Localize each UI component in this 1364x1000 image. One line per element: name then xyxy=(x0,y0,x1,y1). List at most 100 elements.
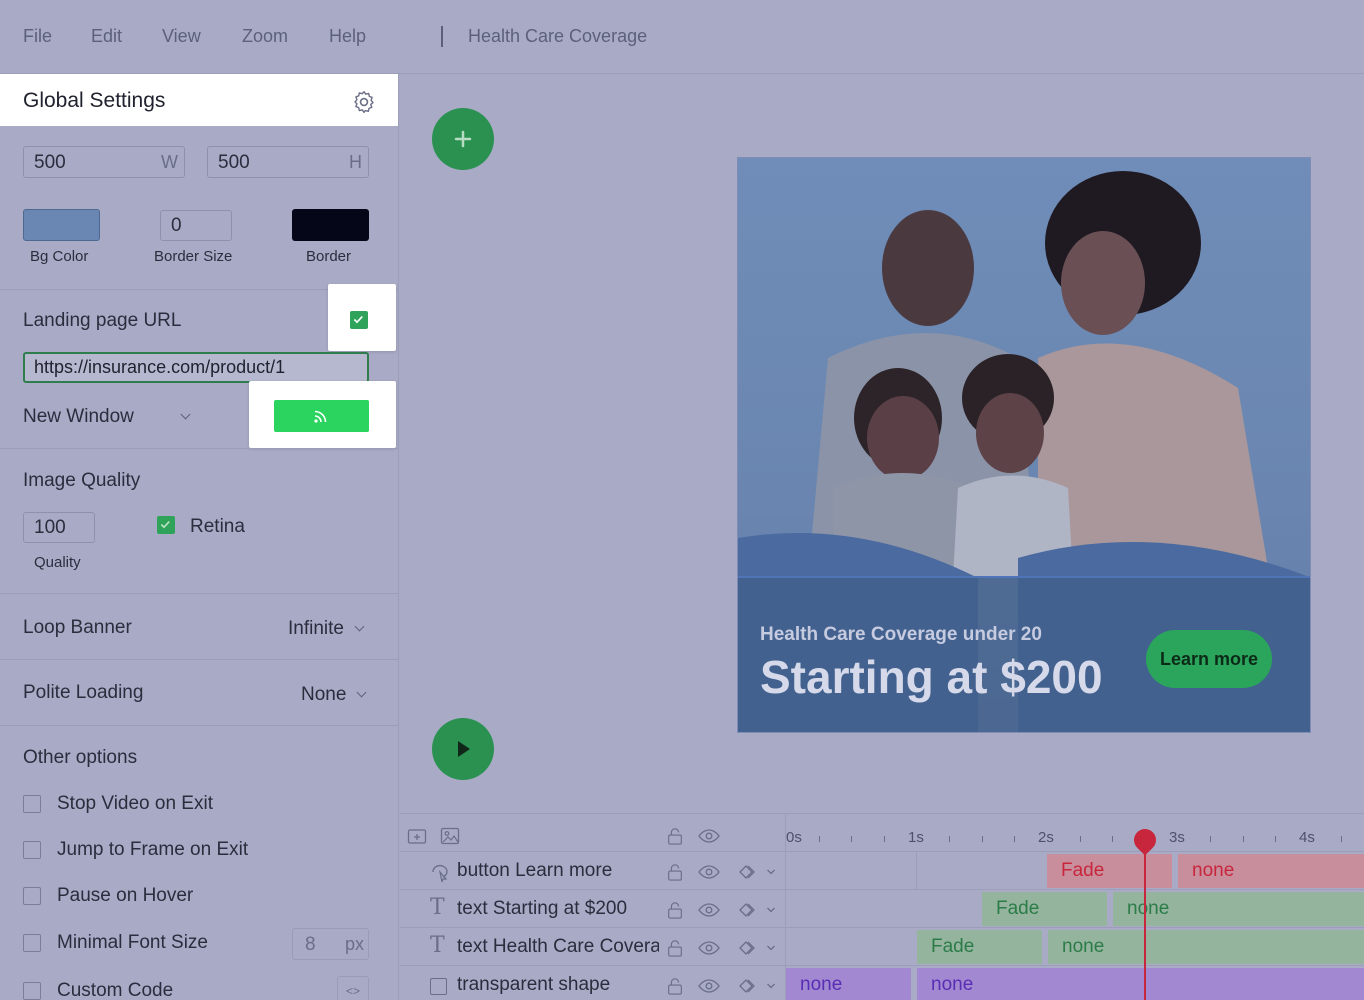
layer-name: transparent shape xyxy=(457,974,611,995)
polite-loading-select[interactable]: None xyxy=(301,684,367,706)
segment-fade[interactable]: Fade xyxy=(917,930,1042,964)
add-folder-icon[interactable] xyxy=(407,826,427,846)
loop-banner-title: Loop Banner xyxy=(23,617,132,638)
segment-none[interactable]: none xyxy=(786,968,911,1000)
retina-checkbox[interactable] xyxy=(157,516,175,534)
window-mode-select[interactable]: New Window xyxy=(23,406,191,428)
pause-on-hover-checkbox[interactable] xyxy=(23,887,41,905)
banner-subtitle[interactable]: Health Care Coverage under 20 xyxy=(760,624,1042,646)
play-button[interactable] xyxy=(432,718,494,780)
border-size-field[interactable]: 0 xyxy=(160,210,232,241)
lock-icon[interactable] xyxy=(666,938,684,958)
banner-stage[interactable]: Health Care Coverage under 20 Starting a… xyxy=(737,157,1311,733)
jump-to-frame-checkbox[interactable] xyxy=(23,841,41,859)
quality-value: 100 xyxy=(34,517,66,538)
column-separator xyxy=(916,852,917,890)
menu-view[interactable]: View xyxy=(162,26,201,47)
keyframe-icon[interactable] xyxy=(738,940,762,956)
keyframe-icon[interactable] xyxy=(738,902,762,918)
code-icon: <> xyxy=(345,984,360,998)
quality-field[interactable]: 100 xyxy=(23,512,95,543)
height-field[interactable]: 500 H xyxy=(207,146,369,178)
eye-icon[interactable] xyxy=(698,902,720,918)
segment-none[interactable]: none xyxy=(1048,930,1364,964)
width-field[interactable]: 500 W xyxy=(23,146,185,178)
divider xyxy=(0,448,398,449)
bg-color-swatch[interactable] xyxy=(23,209,100,241)
menu-help[interactable]: Help xyxy=(329,26,366,47)
chevron-down-icon xyxy=(356,687,367,698)
ruler-tick xyxy=(981,836,983,842)
layer-row-text-health-care[interactable]: T text Health Care Coverage under 20 Fad… xyxy=(400,928,1364,966)
lock-icon[interactable] xyxy=(666,900,684,920)
banner-headline[interactable]: Starting at $200 xyxy=(760,650,1103,704)
jump-to-frame-label: Jump to Frame on Exit xyxy=(57,839,249,860)
menu-zoom[interactable]: Zoom xyxy=(242,26,288,47)
keyframe-icon[interactable] xyxy=(738,864,762,880)
ruler-tick xyxy=(818,836,820,842)
eye-icon[interactable] xyxy=(698,940,720,956)
keyframe-icon[interactable] xyxy=(738,978,762,994)
layer-row-transparent-shape[interactable]: transparent shape none none xyxy=(400,966,1364,1000)
preview-link-button[interactable] xyxy=(274,400,369,432)
minimal-font-checkbox[interactable] xyxy=(23,934,41,952)
add-image-icon[interactable] xyxy=(440,826,460,846)
eye-all-icon[interactable] xyxy=(698,828,720,844)
row-icon-group xyxy=(666,900,782,920)
tick-2s: 2s xyxy=(1038,829,1054,846)
cursor-icon xyxy=(432,864,448,882)
loop-banner-select[interactable]: Infinite xyxy=(288,618,365,640)
landing-toggle-card xyxy=(328,284,396,351)
minimal-font-field[interactable]: 8 px xyxy=(292,928,369,960)
ruler-tick xyxy=(1112,836,1114,842)
segment-none[interactable]: none xyxy=(1113,892,1364,926)
add-element-button[interactable] xyxy=(432,108,494,170)
divider xyxy=(0,659,398,660)
segment-none[interactable]: none xyxy=(1178,854,1364,888)
eye-icon[interactable] xyxy=(698,864,720,880)
lock-icon[interactable] xyxy=(666,862,684,882)
menu-file[interactable]: File xyxy=(23,26,52,47)
segment-label: none xyxy=(1062,936,1105,957)
text-icon: T xyxy=(430,895,445,920)
stop-video-checkbox[interactable] xyxy=(23,795,41,813)
chevron-down-icon[interactable] xyxy=(766,867,776,877)
loop-banner-value: Infinite xyxy=(288,618,344,639)
landing-page-checkbox[interactable] xyxy=(350,311,368,329)
banner-overlay[interactable]: Health Care Coverage under 20 Starting a… xyxy=(738,576,1310,732)
menu-edit[interactable]: Edit xyxy=(91,26,122,47)
border-color-swatch[interactable] xyxy=(292,209,369,241)
gear-icon[interactable] xyxy=(351,89,377,115)
ruler-tick xyxy=(851,836,853,842)
ruler-tick xyxy=(1079,836,1081,842)
lock-all-icon[interactable] xyxy=(666,826,684,846)
image-quality-title: Image Quality xyxy=(23,470,141,491)
segment-none[interactable]: none xyxy=(917,968,1364,1000)
chevron-down-icon[interactable] xyxy=(766,981,776,991)
divider xyxy=(0,593,398,594)
check-icon xyxy=(353,316,363,324)
landing-url-input[interactable]: https://insurance.com/product/1 xyxy=(23,352,369,383)
layer-row-text-starting[interactable]: T text Starting at $200 Fade none xyxy=(400,890,1364,928)
custom-code-checkbox[interactable] xyxy=(23,982,41,1000)
global-settings-panel: Global Settings 500 W 500 H Bg Color 0 B… xyxy=(0,74,399,1000)
document-title: Health Care Coverage xyxy=(468,26,648,46)
divider xyxy=(0,725,398,726)
segment-fade[interactable]: Fade xyxy=(982,892,1107,926)
quality-label: Quality xyxy=(34,554,81,571)
segment-label: none xyxy=(931,974,974,995)
segment-label: Fade xyxy=(931,936,975,957)
lock-icon[interactable] xyxy=(666,976,684,996)
layer-row-button-learn-more[interactable]: button Learn more Fade none xyxy=(400,852,1364,890)
tick-0s: 0s xyxy=(786,829,802,846)
minimal-font-value: 8 xyxy=(305,934,316,955)
width-suffix: W xyxy=(161,152,178,172)
eye-icon[interactable] xyxy=(698,978,720,994)
chevron-down-icon[interactable] xyxy=(766,943,776,953)
custom-code-button[interactable]: <> xyxy=(337,976,369,1000)
border-size-label: Border Size xyxy=(154,248,233,265)
segment-fade[interactable]: Fade xyxy=(1047,854,1172,888)
chevron-down-icon[interactable] xyxy=(766,905,776,915)
ruler-tick xyxy=(883,836,885,842)
learn-more-button[interactable]: Learn more xyxy=(1146,630,1272,688)
